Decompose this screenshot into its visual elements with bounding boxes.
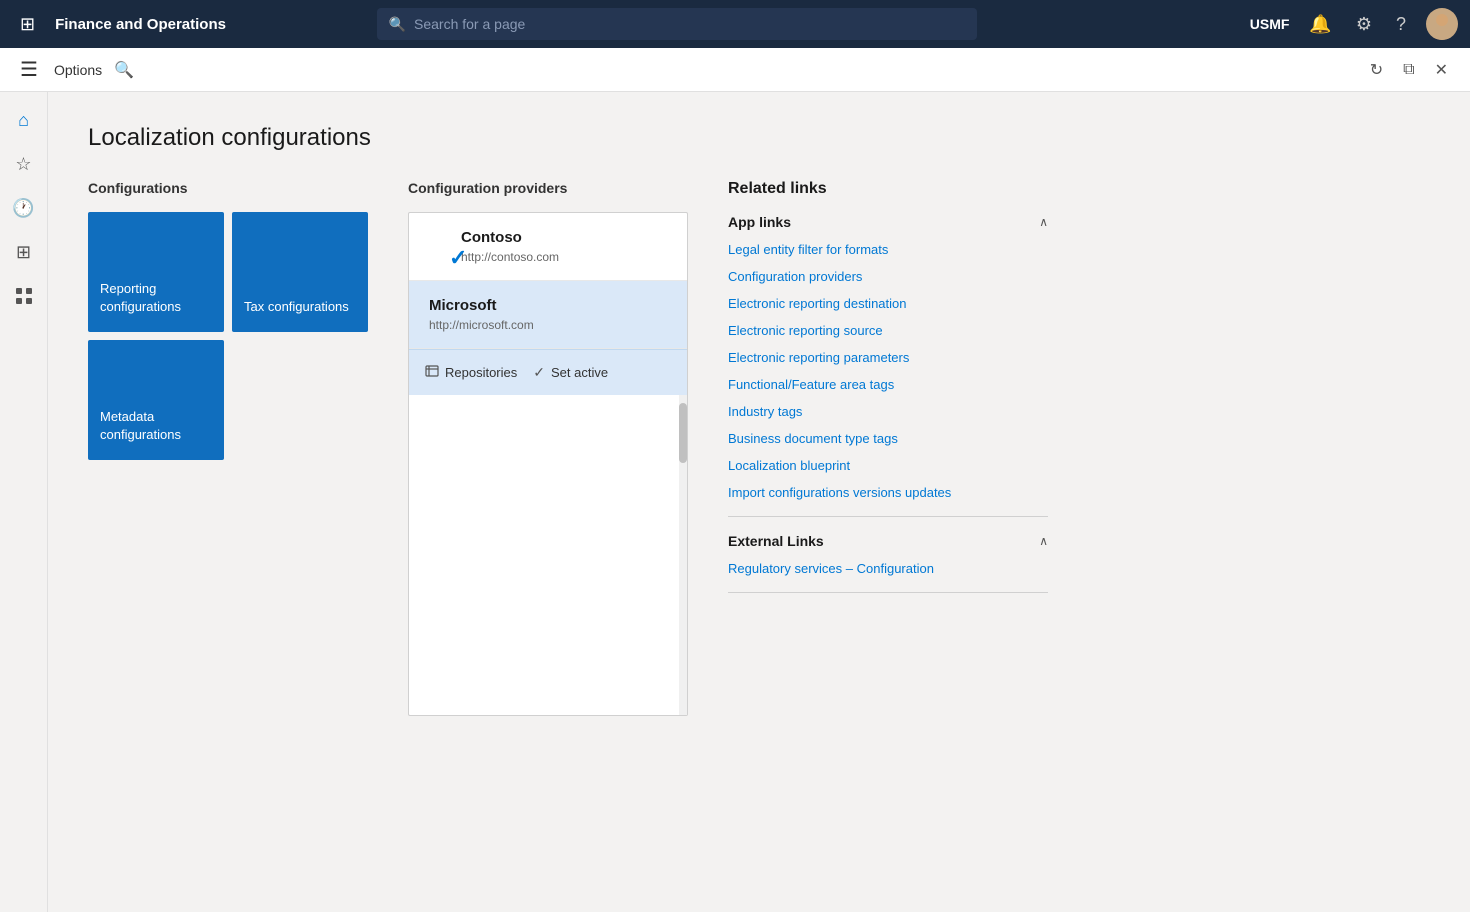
related-links-heading: Related links [728,180,1048,198]
set-active-icon: ✓ [533,364,545,381]
sidebar-item-recent[interactable]: 🕐 [4,188,44,228]
related-links-section: Related links App links ∧ Legal entity f… [728,180,1048,609]
link-industry-tags[interactable]: Industry tags [728,404,1048,419]
link-import-configurations[interactable]: Import configurations versions updates [728,485,1048,500]
reporting-tile[interactable]: Reporting configurations [88,212,224,332]
link-localization-blueprint[interactable]: Localization blueprint [728,458,1048,473]
second-navigation: ☰ Options 🔍 ↻ ⧉ ✕ [0,48,1470,92]
app-links-collapse-icon: ∧ [1039,215,1048,229]
link-electronic-reporting-parameters[interactable]: Electronic reporting parameters [728,350,1048,365]
settings-button[interactable]: ⚙ [1352,10,1376,39]
scrollbar-track[interactable] [679,395,687,715]
active-check-icon: ✓ [449,245,467,271]
app-title: Finance and Operations [55,16,226,33]
repositories-label: Repositories [445,365,517,380]
options-search-button[interactable]: 🔍 [114,60,134,80]
provider-contoso-url: http://contoso.com [461,250,667,264]
configurations-heading: Configurations [88,180,368,196]
main-layout: ⌂ ☆ 🕐 ⊞ Localization configurations Conf… [0,92,1470,912]
notifications-button[interactable]: 🔔 [1305,10,1335,39]
divider [728,516,1048,517]
link-functional-feature-tags[interactable]: Functional/Feature area tags [728,377,1048,392]
external-links-title: External Links [728,533,824,549]
link-regulatory-services[interactable]: Regulatory services – Configuration [728,561,1048,576]
repositories-button[interactable]: Repositories [425,360,517,385]
link-electronic-reporting-destination[interactable]: Electronic reporting destination [728,296,1048,311]
metadata-tile[interactable]: Metadata configurations [88,340,224,460]
providers-section: Configuration providers ✓ Contoso http:/… [408,180,688,716]
divider-bottom [728,592,1048,593]
set-active-label: Set active [551,365,608,380]
sidebar-item-home[interactable]: ⌂ [4,100,44,140]
company-label: USMF [1250,16,1290,32]
app-links-group: App links ∧ Legal entity filter for form… [728,214,1048,500]
provider-microsoft-url: http://microsoft.com [429,318,667,332]
provider-contoso[interactable]: ✓ Contoso http://contoso.com [409,213,687,281]
configurations-section: Configurations Reporting configurations … [88,180,368,460]
sidebar-item-workspaces[interactable]: ⊞ [4,232,44,272]
left-sidebar: ⌂ ☆ 🕐 ⊞ [0,92,48,912]
close-button[interactable]: ✕ [1429,56,1454,84]
link-configuration-providers[interactable]: Configuration providers [728,269,1048,284]
tax-tile[interactable]: Tax configurations [232,212,368,332]
set-active-button[interactable]: ✓ Set active [533,360,608,385]
options-label: Options [54,62,102,78]
provider-microsoft-name: Microsoft [429,297,667,314]
providers-list: ✓ Contoso http://contoso.com Microsoft h… [408,212,688,716]
help-button[interactable]: ? [1392,10,1410,39]
provider-contoso-name: Contoso [461,229,667,246]
second-nav-actions: ↻ ⧉ ✕ [1364,56,1454,84]
top-navigation: ⊞ Finance and Operations 🔍 USMF 🔔 ⚙ ? [0,0,1470,48]
external-links-header[interactable]: External Links ∧ [728,533,1048,549]
page-title: Localization configurations [88,124,1430,152]
providers-heading: Configuration providers [408,180,688,196]
link-business-document-type-tags[interactable]: Business document type tags [728,431,1048,446]
tiles-grid: Reporting configurations Tax configurati… [88,212,368,460]
sidebar-item-modules[interactable] [4,276,44,316]
scrollbar-thumb [679,403,687,463]
sections-row: Configurations Reporting configurations … [88,180,1430,716]
search-input[interactable] [414,16,965,32]
provider-actions: Repositories ✓ Set active [409,349,687,395]
refresh-button[interactable]: ↻ [1364,56,1389,84]
search-bar: 🔍 [377,8,977,40]
external-links-group: External Links ∧ Regulatory services – C… [728,533,1048,576]
external-links-collapse-icon: ∧ [1039,534,1048,548]
app-links-title: App links [728,214,791,230]
open-new-button[interactable]: ⧉ [1397,57,1420,83]
hamburger-button[interactable]: ☰ [16,53,42,86]
provider-microsoft[interactable]: Microsoft http://microsoft.com [409,281,687,349]
avatar[interactable] [1426,8,1458,40]
top-nav-right: USMF 🔔 ⚙ ? [1250,8,1458,40]
sidebar-item-favorites[interactable]: ☆ [4,144,44,184]
search-icon: 🔍 [389,16,406,33]
app-links-header[interactable]: App links ∧ [728,214,1048,230]
link-electronic-reporting-source[interactable]: Electronic reporting source [728,323,1048,338]
repositories-icon [425,364,439,381]
link-legal-entity-filter[interactable]: Legal entity filter for formats [728,242,1048,257]
content-area: Localization configurations Configuratio… [48,92,1470,912]
grid-icon[interactable]: ⊞ [12,10,43,39]
